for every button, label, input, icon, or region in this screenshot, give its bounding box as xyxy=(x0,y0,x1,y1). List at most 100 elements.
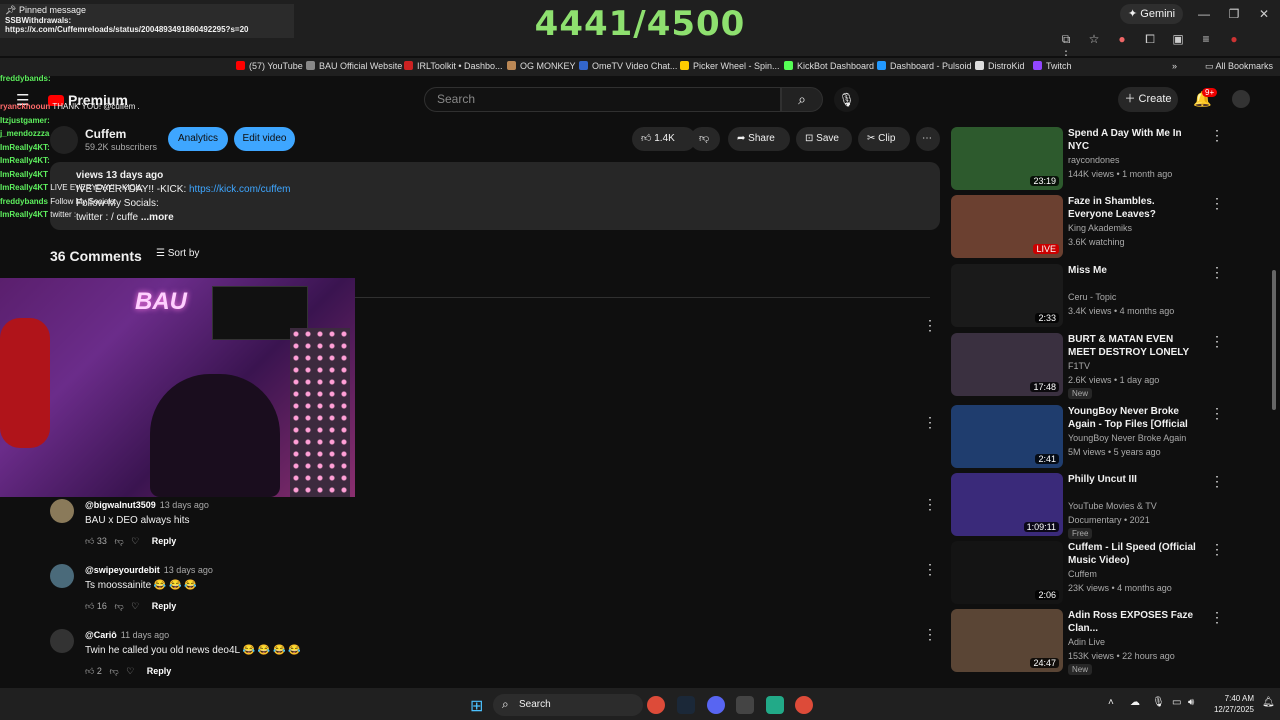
tray-chevron-icon[interactable]: ˄ xyxy=(1108,697,1114,708)
video-menu-icon[interactable]: ⋮ xyxy=(1210,405,1224,422)
comment-avatar[interactable] xyxy=(50,499,74,523)
heart-icon[interactable]: ♡ xyxy=(131,601,139,611)
video-menu-icon[interactable]: ⋮ xyxy=(1210,264,1224,281)
reply-button[interactable]: Reply xyxy=(147,666,172,676)
recommended-video[interactable]: 23:19 Spend A Day With Me In NYC raycond… xyxy=(951,127,1251,191)
dislike-button[interactable]: 👎︎ xyxy=(690,127,720,151)
comment-author[interactable]: @swipeyourdebit 13 days ago xyxy=(85,565,213,575)
thumbs-down-icon[interactable]: 👎︎ xyxy=(114,536,123,546)
sidebar-icon[interactable]: ▣ xyxy=(1170,32,1186,48)
volume-icon[interactable]: 🔊︎ xyxy=(1188,697,1194,708)
create-button[interactable]: ＋ Create xyxy=(1118,87,1178,112)
microphone-icon[interactable]: 🎙 xyxy=(834,87,859,112)
network-icon[interactable]: ▭ xyxy=(1172,697,1181,708)
thumbs-up-icon[interactable]: 👍︎ xyxy=(85,601,94,611)
video-title[interactable]: YoungBoy Never Broke Again - Top Files [… xyxy=(1068,405,1196,432)
heart-icon[interactable]: ♡ xyxy=(131,536,139,546)
video-thumbnail[interactable]: 23:19 xyxy=(951,127,1063,190)
reply-button[interactable]: Reply xyxy=(152,536,177,546)
thumbs-up-icon[interactable]: 👍︎ xyxy=(85,666,94,676)
system-clock[interactable]: 7:40 AM 12/27/2025 xyxy=(1208,693,1254,715)
comment-author[interactable]: @bigwalnut3509 13 days ago xyxy=(85,500,209,510)
obs-icon[interactable] xyxy=(736,696,754,714)
extension-icon[interactable]: ● xyxy=(1114,32,1130,48)
recommended-video[interactable]: 2:33 Miss Me Ceru - Topic 3.4K views • 4… xyxy=(951,264,1251,328)
recommended-video[interactable]: 1:09:11 Philly Uncut III YouTube Movies … xyxy=(951,473,1251,539)
bookmark-item[interactable]: DistroKid xyxy=(975,61,1025,71)
puzzle-icon[interactable]: ⧠ xyxy=(1142,32,1158,48)
video-title[interactable]: Cuffem - Lil Speed (Official Music Video… xyxy=(1068,541,1196,567)
comment-avatar[interactable] xyxy=(50,564,74,588)
video-thumbnail[interactable]: 24:47 xyxy=(951,609,1063,672)
heart-icon[interactable]: ♡ xyxy=(126,666,134,676)
video-channel[interactable]: Adin Live xyxy=(1068,637,1105,647)
pinned-link[interactable]: https://x.com/Cuffemreloads/status/20048… xyxy=(5,25,289,34)
like-button[interactable]: 👍︎ 1.4K xyxy=(632,127,696,151)
search-icon[interactable]: ⌕ xyxy=(781,87,823,112)
video-channel[interactable]: YoungBoy Never Broke Again xyxy=(1068,433,1186,443)
notification-icon[interactable]: 🔔︎ xyxy=(1262,697,1275,708)
minimize-icon[interactable]: — xyxy=(1196,6,1212,22)
video-title[interactable]: Philly Uncut III xyxy=(1068,473,1196,486)
recommended-video[interactable]: LIVE Faze in Shambles. Everyone Leaves? … xyxy=(951,195,1251,259)
clip-button[interactable]: ✂ Clip xyxy=(858,127,910,151)
video-menu-icon[interactable]: ⋮ xyxy=(1210,333,1224,350)
comment-menu-icon[interactable]: ⋮ xyxy=(923,414,937,431)
chevron-right-icon[interactable]: » xyxy=(1172,61,1177,71)
recommended-video[interactable]: 2:41 YoungBoy Never Broke Again - Top Fi… xyxy=(951,405,1251,469)
microphone-icon[interactable]: 🎙 xyxy=(1152,697,1165,708)
recommended-video[interactable]: 2:06 Cuffem - Lil Speed (Official Music … xyxy=(951,541,1251,605)
recommended-video[interactable]: 17:48 BURT & MATAN EVEN MEET DESTROY LON… xyxy=(951,333,1251,399)
video-menu-icon[interactable]: ⋮ xyxy=(1210,541,1224,558)
sort-by-button[interactable]: ☰ Sort by xyxy=(156,248,199,259)
video-channel[interactable]: F1TV xyxy=(1068,361,1090,371)
discord-icon[interactable] xyxy=(707,696,725,714)
chrome-active-icon[interactable] xyxy=(795,696,813,714)
video-title[interactable]: Miss Me xyxy=(1068,264,1196,277)
bookmark-item[interactable]: OmeTV Video Chat... xyxy=(579,61,677,71)
scrollbar[interactable] xyxy=(1272,270,1276,410)
video-channel[interactable]: YouTube Movies & TV xyxy=(1068,501,1157,511)
search-input[interactable]: Search xyxy=(424,87,781,112)
maximize-icon[interactable]: ❐ xyxy=(1226,6,1242,22)
video-thumbnail[interactable]: 2:33 xyxy=(951,264,1063,327)
account-avatar[interactable] xyxy=(1232,90,1250,108)
start-icon[interactable]: ⊞ xyxy=(470,696,483,716)
video-thumbnail[interactable]: 2:06 xyxy=(951,541,1063,604)
video-channel[interactable]: Ceru - Topic xyxy=(1068,292,1116,302)
video-menu-icon[interactable]: ⋮ xyxy=(1210,473,1224,490)
comment-avatar[interactable] xyxy=(50,629,74,653)
reply-button[interactable]: Reply xyxy=(152,601,177,611)
profile-icon[interactable]: ● xyxy=(1226,32,1242,48)
comment-menu-icon[interactable]: ⋮ xyxy=(923,561,937,578)
gemini-button[interactable]: ✦ Gemini xyxy=(1120,4,1184,24)
recommended-video[interactable]: 24:47 Adin Ross EXPOSES Faze Clan... Adi… xyxy=(951,609,1251,675)
thumbs-down-icon[interactable]: 👎︎ xyxy=(114,601,123,611)
video-menu-icon[interactable]: ⋮ xyxy=(1210,127,1224,144)
chrome-icon[interactable] xyxy=(647,696,665,714)
video-channel[interactable]: raycondones xyxy=(1068,155,1120,165)
save-button[interactable]: ⊡ Save xyxy=(796,127,852,151)
video-thumbnail[interactable]: 17:48 xyxy=(951,333,1063,396)
video-thumbnail[interactable]: 2:41 xyxy=(951,405,1063,468)
media-icon[interactable]: ≡ xyxy=(1198,32,1214,48)
taskbar-search[interactable]: Search xyxy=(493,694,643,716)
comment-menu-icon[interactable]: ⋮ xyxy=(923,496,937,513)
thumbs-down-icon[interactable]: 👎︎ xyxy=(109,666,118,676)
all-bookmarks[interactable]: ▭ All Bookmarks xyxy=(1205,61,1273,72)
video-menu-icon[interactable]: ⋮ xyxy=(1210,195,1224,212)
star-icon[interactable]: ☆ xyxy=(1086,32,1102,48)
bookmark-item[interactable]: OG MONKEY xyxy=(507,61,576,71)
more-actions-icon[interactable]: ⋯ xyxy=(916,127,940,151)
comment-menu-icon[interactable]: ⋮ xyxy=(923,626,937,643)
cloud-icon[interactable]: ☁ xyxy=(1130,697,1140,708)
bookmark-item[interactable]: IRLToolkit • Dashbo... xyxy=(404,61,503,71)
video-thumbnail[interactable]: LIVE xyxy=(951,195,1063,258)
share-button[interactable]: ➦ Share xyxy=(728,127,790,151)
bookmark-item[interactable]: KickBot Dashboard xyxy=(784,61,874,71)
video-thumbnail[interactable]: 1:09:11 xyxy=(951,473,1063,536)
bookmark-item[interactable]: Dashboard - Pulsoid xyxy=(877,61,972,71)
video-title[interactable]: Faze in Shambles. Everyone Leaves? Bluef… xyxy=(1068,195,1196,222)
video-title[interactable]: BURT & MATAN EVEN MEET DESTROY LONELY xyxy=(1068,333,1196,359)
thumbs-up-icon[interactable]: 👍︎ xyxy=(85,536,94,546)
